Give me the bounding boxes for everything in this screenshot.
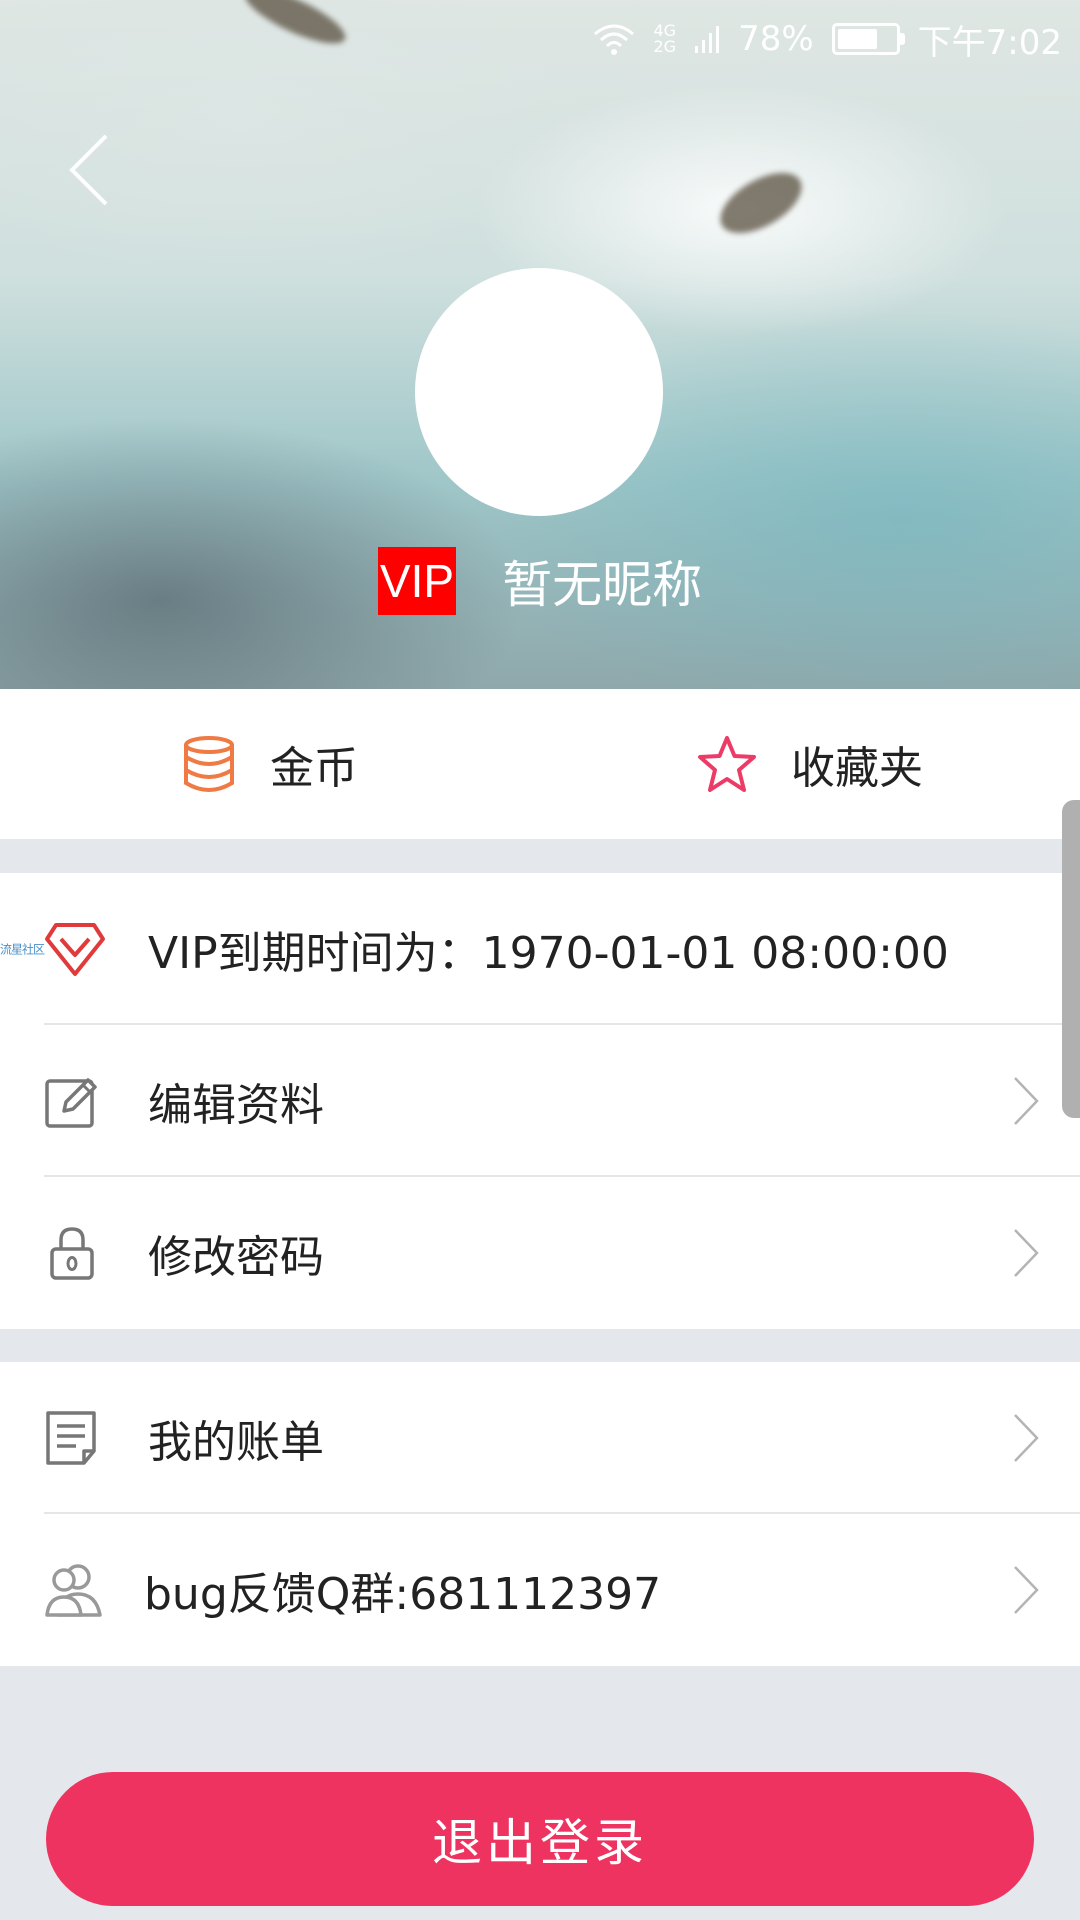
chevron-right-icon <box>1014 1414 1039 1462</box>
users-icon <box>45 1564 102 1617</box>
menu-item-label: bug反馈Q群:681112397 <box>144 1569 662 1620</box>
menu-item-label: 编辑资料 <box>148 1080 324 1131</box>
background-bird <box>710 160 812 246</box>
menu-item-bug-feedback[interactable]: bug反馈Q群:681112397 <box>0 1514 1080 1666</box>
menu-item-change-password[interactable]: 修改密码 <box>0 1177 1080 1329</box>
battery-icon <box>831 23 905 55</box>
edit-icon <box>45 1078 97 1128</box>
star-icon <box>698 736 756 792</box>
menu-item-my-bills[interactable]: 我的账单 <box>0 1362 1080 1514</box>
support-group: 我的账单 bug反馈Q群:681112397 <box>0 1362 1080 1666</box>
name-row: VIP 暂无昵称 <box>0 545 1080 617</box>
network-bottom-label: 2G <box>653 37 677 56</box>
chevron-right-icon <box>1014 1077 1039 1125</box>
coins-label: 金币 <box>270 743 358 794</box>
watermark-text: 流星社区 <box>0 942 45 957</box>
favorites-label: 收藏夹 <box>791 743 923 794</box>
scrollbar[interactable] <box>1062 800 1080 1118</box>
logout-button[interactable]: 退出登录 <box>46 1772 1034 1906</box>
back-arrow-icon[interactable] <box>62 130 122 210</box>
diamond-icon <box>45 923 105 976</box>
battery-fill <box>837 29 877 49</box>
background-bird <box>238 0 352 54</box>
menu-item-label: 我的账单 <box>148 1417 324 1468</box>
vip-expiry-text: VIP到期时间为：1970-01-01 08:00:00 <box>148 928 949 979</box>
chevron-right-icon <box>1014 1566 1039 1614</box>
menu-item-label: 修改密码 <box>148 1232 324 1283</box>
account-group: 流星社区 VIP到期时间为：1970-01-01 08:00:00 编辑资料 修… <box>0 873 1080 1329</box>
coins-icon <box>184 736 234 792</box>
battery-percent: 78% <box>738 19 814 59</box>
network-type: 4G 2G <box>653 23 676 55</box>
profile-header: 4G 2G 78% 下午7:02 VIP 暂无昵称 <box>0 0 1080 689</box>
bill-icon <box>46 1411 96 1465</box>
coins-button[interactable]: 金币 <box>0 689 540 839</box>
vip-badge: VIP <box>377 547 457 615</box>
chevron-right-icon <box>1014 1229 1039 1277</box>
status-bar: 4G 2G 78% 下午7:02 <box>593 14 1062 64</box>
avatar[interactable] <box>415 268 663 516</box>
wifi-icon <box>594 24 635 55</box>
signal-icon <box>695 26 720 53</box>
status-time: 下午7:02 <box>917 22 1062 63</box>
menu-item-edit-profile[interactable]: 编辑资料 <box>0 1025 1080 1177</box>
quick-actions: 金币 收藏夹 <box>0 689 1080 839</box>
vip-expiry-row: 流星社区 VIP到期时间为：1970-01-01 08:00:00 <box>0 873 1080 1025</box>
lock-icon <box>50 1227 94 1280</box>
favorites-button[interactable]: 收藏夹 <box>540 689 1080 839</box>
nickname: 暂无昵称 <box>502 556 703 614</box>
